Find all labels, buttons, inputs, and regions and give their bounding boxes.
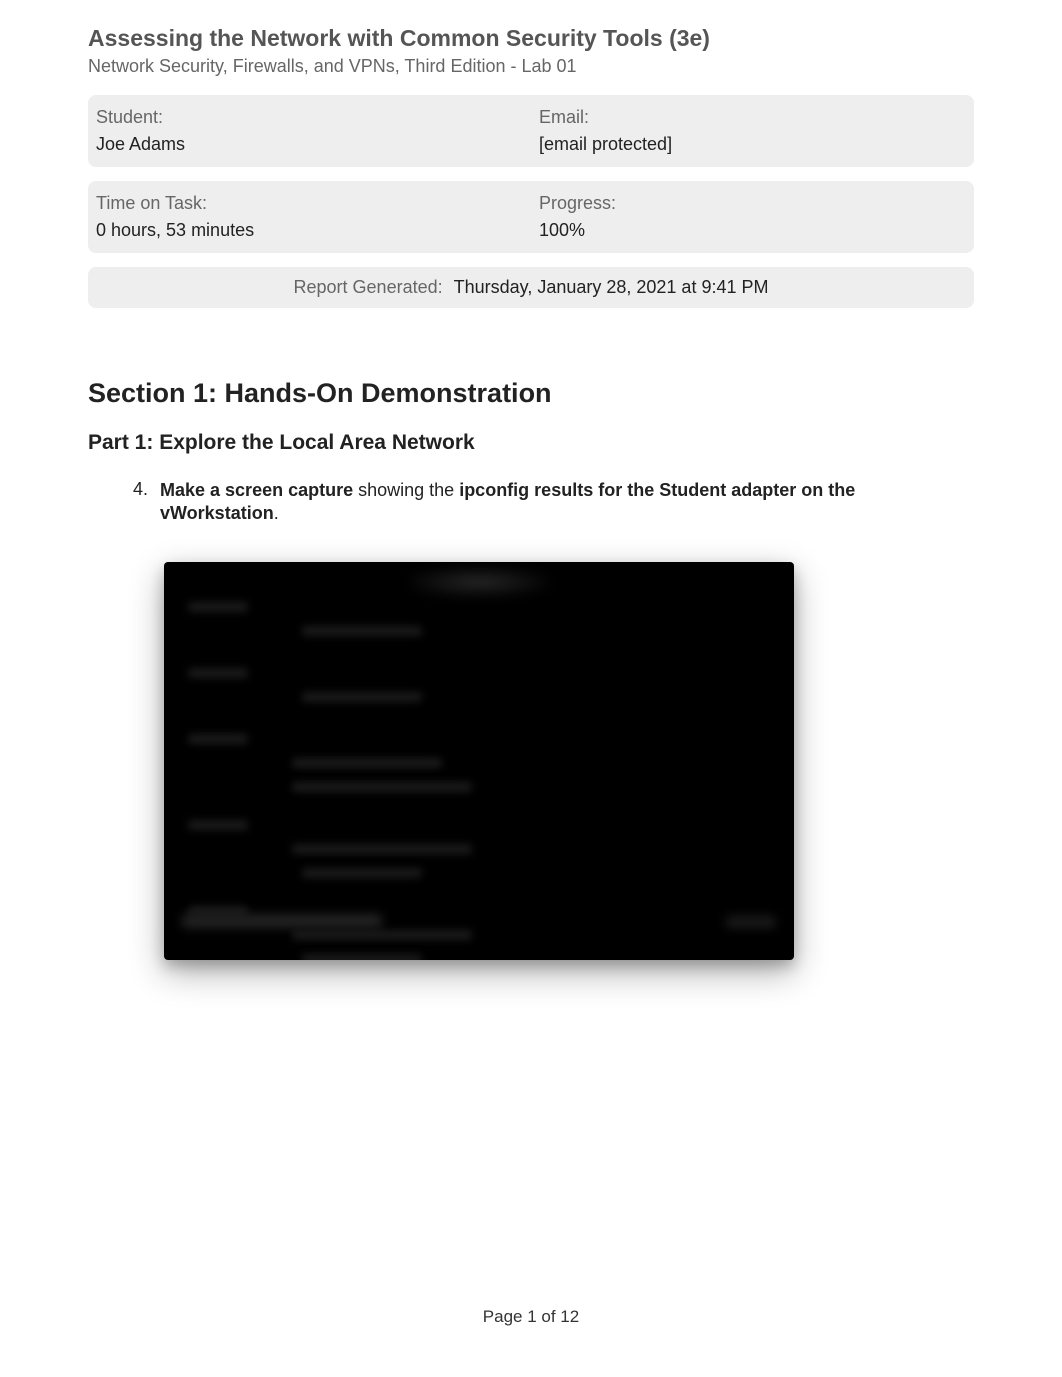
report-generated-block: Report Generated: Thursday, January 28, … [88,267,974,308]
progress-value: 100% [539,220,974,241]
student-col: Student: Joe Adams [88,107,531,155]
page-title: Assessing the Network with Common Securi… [88,25,974,52]
student-value: Joe Adams [96,134,531,155]
terminal-content-blur [182,602,776,942]
task-seg2: showing the [353,480,459,500]
terminal-line [188,602,248,612]
terminal-titlebar-blur [409,568,549,596]
part-heading: Part 1: Explore the Local Area Network [88,431,974,455]
time-value: 0 hours, 53 minutes [96,220,531,241]
page-subtitle: Network Security, Firewalls, and VPNs, T… [88,56,974,77]
terminal-line [292,758,442,768]
terminal-line [726,916,776,928]
page-footer: Page 1 of 12 [0,1307,1062,1327]
section-heading: Section 1: Hands-On Demonstration [88,378,974,409]
task-text: Make a screen capture showing the ipconf… [160,479,974,526]
terminal-screenshot [164,562,794,960]
student-label: Student: [96,107,531,128]
terminal-line [302,954,422,960]
progress-col: Progress: 100% [531,193,974,241]
terminal-line [292,782,472,792]
task-seg4: . [274,503,279,523]
terminal-line [292,844,472,854]
progress-label: Progress: [539,193,974,214]
terminal-line [182,914,382,928]
terminal-line [188,734,248,744]
report-generated-value: Thursday, January 28, 2021 at 9:41 PM [454,277,769,297]
email-label: Email: [539,107,974,128]
task-number: 4. [126,479,148,526]
email-value: [email protected] [539,134,974,155]
email-col: Email: [email protected] [531,107,974,155]
task-item: 4. Make a screen capture showing the ipc… [126,479,974,526]
student-email-block: Student: Joe Adams Email: [email protect… [88,95,974,167]
terminal-line [188,820,248,830]
time-col: Time on Task: 0 hours, 53 minutes [88,193,531,241]
terminal-line [188,668,248,678]
task-seg1: Make a screen capture [160,480,353,500]
terminal-line [302,692,422,702]
time-progress-block: Time on Task: 0 hours, 53 minutes Progre… [88,181,974,253]
terminal-line [302,626,422,636]
report-generated-label: Report Generated: [294,277,443,297]
time-label: Time on Task: [96,193,531,214]
terminal-line [302,868,422,878]
terminal-line [292,930,472,940]
